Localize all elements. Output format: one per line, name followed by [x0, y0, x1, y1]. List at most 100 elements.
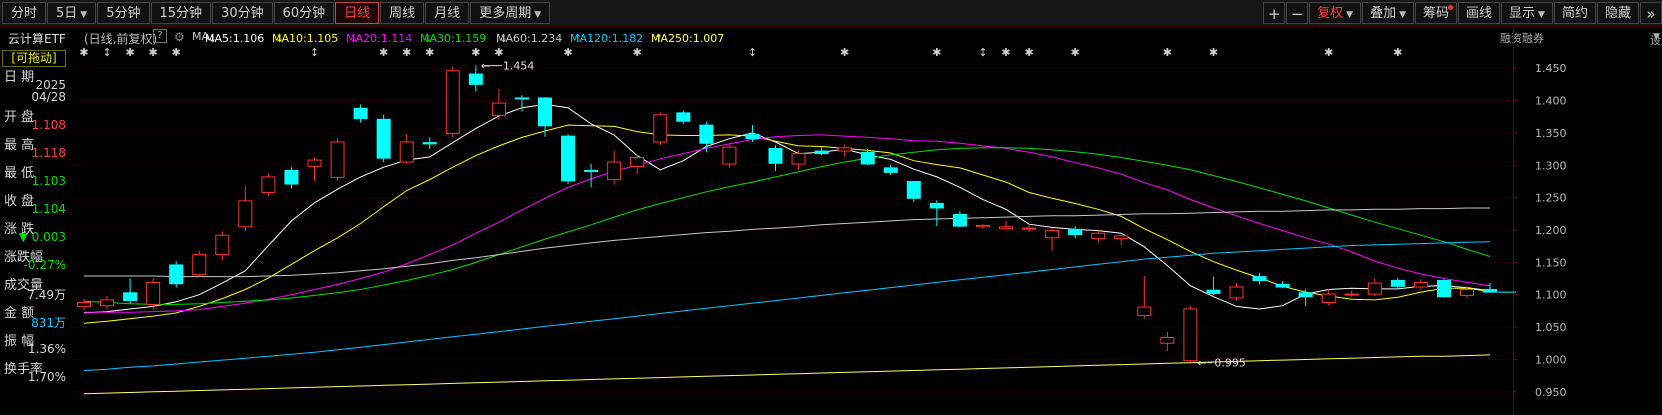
candle[interactable] — [1367, 278, 1382, 297]
tab-period-1[interactable]: 5日 ▼ — [47, 2, 97, 24]
candle[interactable] — [1045, 228, 1060, 251]
event-star-icon[interactable]: ✱ — [1163, 46, 1172, 59]
candle[interactable] — [1436, 279, 1451, 298]
tab-period-2[interactable]: 5分钟 — [97, 2, 150, 24]
candle[interactable] — [1298, 289, 1313, 307]
candle[interactable] — [330, 138, 345, 181]
candle[interactable] — [1390, 277, 1405, 290]
adjust-button[interactable]: 复权 ▼ — [1309, 2, 1362, 24]
candle[interactable] — [1160, 331, 1175, 352]
candle[interactable] — [952, 211, 967, 228]
candle[interactable] — [100, 296, 115, 309]
candle[interactable] — [1252, 272, 1267, 285]
candle[interactable] — [376, 114, 391, 163]
candle[interactable] — [1022, 224, 1037, 232]
help-button[interactable]: ? — [153, 29, 167, 43]
candle[interactable] — [123, 278, 138, 304]
display-button[interactable]: 显示 ▼ — [1501, 2, 1553, 24]
tab-period-4[interactable]: 30分钟 — [212, 2, 273, 24]
candle[interactable] — [975, 224, 990, 229]
candle[interactable] — [146, 278, 161, 309]
candlestick-chart[interactable]: 1.450 1.400 1.350 1.300 1.250 1.200 1.150 1.100… — [0, 46, 1662, 415]
event-star-icon[interactable]: ✱ — [932, 46, 941, 59]
event-star-icon[interactable]: ✱ — [425, 46, 434, 59]
candle[interactable] — [607, 151, 622, 185]
candle[interactable] — [307, 157, 322, 181]
event-star-icon[interactable]: ✱ — [402, 46, 411, 59]
candle[interactable] — [929, 200, 944, 227]
candle[interactable] — [1275, 281, 1290, 289]
event-star-icon[interactable]: ✱ — [563, 46, 572, 59]
candle[interactable] — [192, 250, 207, 277]
event-star-icon[interactable]: ✱ — [1393, 46, 1402, 59]
tab-period-6[interactable]: 日线 — [335, 2, 380, 24]
event-star-icon[interactable]: ✱ — [633, 46, 642, 59]
candle[interactable] — [814, 147, 829, 155]
candle[interactable] — [1137, 275, 1152, 319]
event-arrow-icon[interactable]: ↕ — [978, 46, 987, 59]
tab-period-8[interactable]: 月线 — [425, 2, 470, 24]
candle[interactable] — [284, 167, 299, 189]
event-star-icon[interactable]: ✱ — [1209, 46, 1218, 59]
hide-button[interactable]: 隐藏 — [1596, 2, 1639, 24]
simple-button[interactable]: 简约 — [1553, 2, 1596, 24]
event-star-icon[interactable]: ✱ — [125, 46, 134, 59]
candle[interactable] — [653, 112, 668, 146]
gear-icon[interactable]: ⚙ — [174, 30, 185, 44]
event-arrow-icon[interactable]: ↕ — [102, 46, 111, 59]
candle[interactable] — [1344, 290, 1359, 297]
candle[interactable] — [1183, 306, 1198, 363]
candle[interactable] — [215, 231, 230, 261]
candle[interactable] — [837, 144, 852, 157]
candle[interactable] — [261, 173, 276, 197]
event-star-icon[interactable]: ✱ — [1071, 46, 1080, 59]
candle[interactable] — [1206, 276, 1221, 296]
overlay-button[interactable]: 叠加 ▼ — [1362, 2, 1414, 24]
event-star-icon[interactable]: ✱ — [494, 46, 503, 59]
tab-period-9[interactable]: 更多周期 ▼ — [470, 2, 551, 24]
candle[interactable] — [1321, 288, 1336, 306]
candle[interactable] — [1114, 234, 1129, 246]
tab-period-3[interactable]: 15分钟 — [150, 2, 212, 24]
event-arrow-icon[interactable]: ↕ — [310, 46, 319, 59]
candle[interactable] — [169, 261, 184, 288]
tab-period-7[interactable]: 周线 — [380, 2, 425, 24]
candle[interactable] — [768, 145, 783, 172]
candle[interactable] — [630, 154, 645, 175]
event-star-icon[interactable]: ✱ — [471, 46, 480, 59]
candle[interactable] — [883, 164, 898, 175]
candle[interactable] — [422, 137, 437, 150]
candle[interactable] — [538, 97, 552, 137]
candle[interactable] — [1068, 226, 1083, 239]
tab-period-0[interactable]: 分时 — [2, 2, 47, 24]
candle[interactable] — [584, 163, 599, 188]
more-tools-icon[interactable]: » — [1640, 2, 1662, 24]
event-star-icon[interactable]: ✱ — [379, 46, 388, 59]
candle[interactable] — [1091, 230, 1106, 243]
candle[interactable] — [676, 110, 691, 124]
candle[interactable] — [906, 180, 921, 203]
event-star-icon[interactable]: ✱ — [840, 46, 849, 59]
candle[interactable] — [999, 220, 1013, 231]
candle[interactable] — [1413, 279, 1428, 290]
candle[interactable] — [445, 66, 460, 138]
candle[interactable] — [491, 88, 506, 120]
event-star-icon[interactable]: ✱ — [149, 46, 158, 59]
candle[interactable] — [1483, 283, 1498, 293]
chips-button[interactable]: 筹码 — [1415, 2, 1458, 24]
draw-line-button[interactable]: 画线 — [1458, 2, 1501, 24]
event-star-icon[interactable]: ✱ — [1001, 46, 1010, 59]
drag-handle[interactable]: [可拖动] — [2, 50, 66, 67]
candle[interactable] — [238, 185, 253, 232]
event-star-icon[interactable]: ✱ — [1324, 46, 1333, 59]
event-arrow-icon[interactable]: ↕ — [748, 46, 757, 59]
event-star-icon[interactable]: ✱ — [79, 46, 88, 59]
candle[interactable] — [77, 298, 91, 311]
zoom-out-button[interactable]: − — [1286, 2, 1309, 24]
margin-trading-button[interactable]: 融资融券 — [1500, 30, 1544, 46]
candle[interactable] — [1229, 283, 1244, 301]
candle[interactable] — [791, 150, 806, 170]
candle[interactable] — [399, 134, 414, 164]
candle[interactable] — [860, 149, 875, 166]
candle[interactable] — [722, 145, 737, 168]
